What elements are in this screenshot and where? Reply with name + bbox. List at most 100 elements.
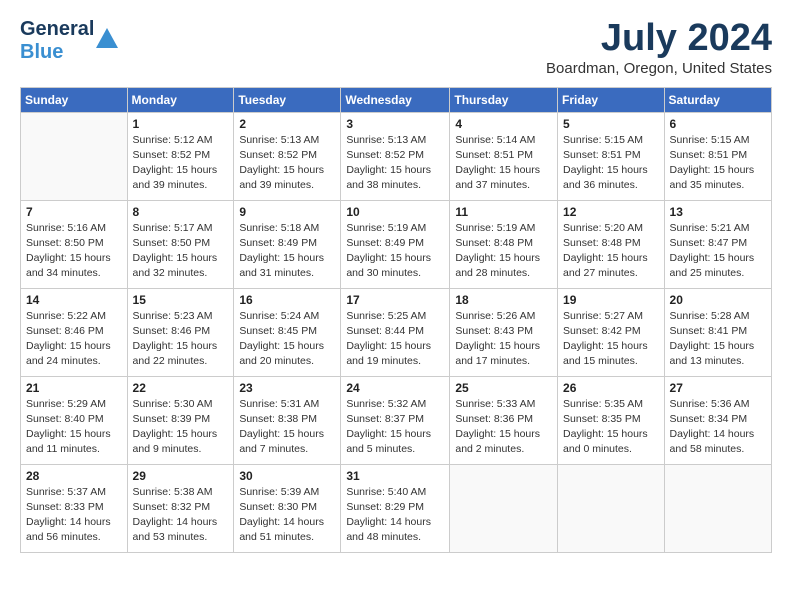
calendar-week-row: 7Sunrise: 5:16 AM Sunset: 8:50 PM Daylig… (21, 200, 772, 288)
calendar-week-row: 1 Sunrise: 5:12 AM Sunset: 8:52 PM Daylig… (21, 112, 772, 200)
day-info: Sunrise: 5:28 AM Sunset: 8:41 PM Dayligh… (670, 309, 766, 370)
day-number: 9 (239, 205, 335, 219)
calendar-day-cell: 1 Sunrise: 5:12 AM Sunset: 8:52 PM Daylig… (127, 112, 234, 200)
day-number: 12 (563, 205, 659, 219)
day-number: 26 (563, 381, 659, 395)
calendar-day-cell: 2 Sunrise: 5:13 AM Sunset: 8:52 PM Daylig… (234, 112, 341, 200)
day-info: Sunrise: 5:24 AM Sunset: 8:45 PM Dayligh… (239, 309, 335, 370)
calendar-week-row: 14Sunrise: 5:22 AM Sunset: 8:46 PM Dayli… (21, 288, 772, 376)
day-info: Sunrise: 5:23 AM Sunset: 8:46 PM Dayligh… (133, 309, 229, 370)
calendar-day-cell: 11 Sunrise: 5:19 AM Sunset: 8:48 PM Dayli… (450, 200, 558, 288)
day-info: Sunrise: 5:21 AM Sunset: 8:47 PM Dayligh… (670, 221, 766, 282)
day-info: Sunrise: 5:35 AM Sunset: 8:35 PM Dayligh… (563, 397, 659, 458)
day-number: 23 (239, 381, 335, 395)
calendar-day-cell: 12 Sunrise: 5:20 AM Sunset: 8:48 PM Dayli… (558, 200, 665, 288)
calendar-day-cell: 30 Sunrise: 5:39 AM Sunset: 8:30 PM Dayli… (234, 464, 341, 552)
calendar-day-cell: 15 Sunrise: 5:23 AM Sunset: 8:46 PM Dayli… (127, 288, 234, 376)
day-number: 20 (670, 293, 766, 307)
day-number: 6 (670, 117, 766, 131)
day-number: 31 (346, 469, 444, 483)
calendar-day-cell: 22 Sunrise: 5:30 AM Sunset: 8:39 PM Dayli… (127, 376, 234, 464)
calendar-day-cell (558, 464, 665, 552)
logo-icon (96, 28, 118, 48)
calendar-weekday: Monday (127, 87, 234, 112)
day-info: Sunrise: 5:36 AM Sunset: 8:34 PM Dayligh… (670, 397, 766, 458)
calendar-day-cell: 20 Sunrise: 5:28 AM Sunset: 8:41 PM Dayli… (664, 288, 771, 376)
calendar-day-cell: 14Sunrise: 5:22 AM Sunset: 8:46 PM Dayli… (21, 288, 128, 376)
day-number: 28 (26, 469, 122, 483)
logo-text: General Blue (20, 18, 94, 64)
calendar-day-cell: 24Sunrise: 5:32 AM Sunset: 8:37 PM Dayli… (341, 376, 450, 464)
day-number: 22 (133, 381, 229, 395)
calendar-day-cell: 8Sunrise: 5:17 AM Sunset: 8:50 PM Daylig… (127, 200, 234, 288)
calendar-day-cell: 31 Sunrise: 5:40 AM Sunset: 8:29 PM Dayli… (341, 464, 450, 552)
day-number: 2 (239, 117, 335, 131)
day-info: Sunrise: 5:13 AM Sunset: 8:52 PM Dayligh… (239, 133, 335, 194)
day-info: Sunrise: 5:13 AM Sunset: 8:52 PM Dayligh… (346, 133, 444, 194)
calendar-weekday: Thursday (450, 87, 558, 112)
day-info: Sunrise: 5:17 AM Sunset: 8:50 PM Dayligh… (133, 221, 229, 282)
day-number: 27 (670, 381, 766, 395)
logo-general: General (20, 18, 94, 41)
day-info: Sunrise: 5:20 AM Sunset: 8:48 PM Dayligh… (563, 221, 659, 282)
day-info: Sunrise: 5:19 AM Sunset: 8:48 PM Dayligh… (455, 221, 552, 282)
calendar-weekday: Wednesday (341, 87, 450, 112)
day-info: Sunrise: 5:38 AM Sunset: 8:32 PM Dayligh… (133, 485, 229, 546)
day-number: 1 (133, 117, 229, 131)
day-number: 30 (239, 469, 335, 483)
calendar-day-cell: 25Sunrise: 5:33 AM Sunset: 8:36 PM Dayli… (450, 376, 558, 464)
calendar-day-cell: 29 Sunrise: 5:38 AM Sunset: 8:32 PM Dayli… (127, 464, 234, 552)
calendar-day-cell: 18Sunrise: 5:26 AM Sunset: 8:43 PM Dayli… (450, 288, 558, 376)
calendar-day-cell: 26 Sunrise: 5:35 AM Sunset: 8:35 PM Dayli… (558, 376, 665, 464)
calendar-table: SundayMondayTuesdayWednesdayThursdayFrid… (20, 87, 772, 553)
day-number: 11 (455, 205, 552, 219)
day-number: 5 (563, 117, 659, 131)
page: General Blue July 2024 Boardman, Oregon,… (0, 0, 792, 563)
day-number: 15 (133, 293, 229, 307)
day-number: 18 (455, 293, 552, 307)
calendar-day-cell (21, 112, 128, 200)
logo-blue: Blue (20, 41, 94, 64)
calendar-day-cell: 10Sunrise: 5:19 AM Sunset: 8:49 PM Dayli… (341, 200, 450, 288)
day-number: 7 (26, 205, 122, 219)
calendar-weekday: Friday (558, 87, 665, 112)
day-info: Sunrise: 5:12 AM Sunset: 8:52 PM Dayligh… (133, 133, 229, 194)
day-number: 16 (239, 293, 335, 307)
logo: General Blue (20, 18, 118, 64)
day-number: 3 (346, 117, 444, 131)
calendar-day-cell: 16 Sunrise: 5:24 AM Sunset: 8:45 PM Dayli… (234, 288, 341, 376)
calendar-day-cell: 7Sunrise: 5:16 AM Sunset: 8:50 PM Daylig… (21, 200, 128, 288)
day-info: Sunrise: 5:29 AM Sunset: 8:40 PM Dayligh… (26, 397, 122, 458)
calendar-day-cell: 13 Sunrise: 5:21 AM Sunset: 8:47 PM Dayli… (664, 200, 771, 288)
calendar-day-cell: 21 Sunrise: 5:29 AM Sunset: 8:40 PM Dayli… (21, 376, 128, 464)
day-info: Sunrise: 5:40 AM Sunset: 8:29 PM Dayligh… (346, 485, 444, 546)
calendar-weekday: Saturday (664, 87, 771, 112)
day-info: Sunrise: 5:39 AM Sunset: 8:30 PM Dayligh… (239, 485, 335, 546)
day-number: 4 (455, 117, 552, 131)
day-info: Sunrise: 5:15 AM Sunset: 8:51 PM Dayligh… (563, 133, 659, 194)
subtitle: Boardman, Oregon, United States (546, 60, 772, 77)
day-info: Sunrise: 5:33 AM Sunset: 8:36 PM Dayligh… (455, 397, 552, 458)
day-info: Sunrise: 5:25 AM Sunset: 8:44 PM Dayligh… (346, 309, 444, 370)
calendar-day-cell: 5 Sunrise: 5:15 AM Sunset: 8:51 PM Daylig… (558, 112, 665, 200)
calendar-day-cell: 17 Sunrise: 5:25 AM Sunset: 8:44 PM Dayli… (341, 288, 450, 376)
day-number: 19 (563, 293, 659, 307)
calendar-day-cell (450, 464, 558, 552)
calendar-header: SundayMondayTuesdayWednesdayThursdayFrid… (21, 87, 772, 112)
calendar-day-cell: 3 Sunrise: 5:13 AM Sunset: 8:52 PM Daylig… (341, 112, 450, 200)
calendar-day-cell: 27 Sunrise: 5:36 AM Sunset: 8:34 PM Dayli… (664, 376, 771, 464)
day-number: 21 (26, 381, 122, 395)
day-number: 13 (670, 205, 766, 219)
day-info: Sunrise: 5:30 AM Sunset: 8:39 PM Dayligh… (133, 397, 229, 458)
day-number: 14 (26, 293, 122, 307)
day-number: 17 (346, 293, 444, 307)
main-title: July 2024 (546, 18, 772, 60)
calendar-body: 1 Sunrise: 5:12 AM Sunset: 8:52 PM Daylig… (21, 112, 772, 552)
calendar-day-cell: 28Sunrise: 5:37 AM Sunset: 8:33 PM Dayli… (21, 464, 128, 552)
calendar-day-cell: 6 Sunrise: 5:15 AM Sunset: 8:51 PM Daylig… (664, 112, 771, 200)
day-number: 29 (133, 469, 229, 483)
calendar-week-row: 21 Sunrise: 5:29 AM Sunset: 8:40 PM Dayli… (21, 376, 772, 464)
day-info: Sunrise: 5:15 AM Sunset: 8:51 PM Dayligh… (670, 133, 766, 194)
day-info: Sunrise: 5:19 AM Sunset: 8:49 PM Dayligh… (346, 221, 444, 282)
day-info: Sunrise: 5:27 AM Sunset: 8:42 PM Dayligh… (563, 309, 659, 370)
